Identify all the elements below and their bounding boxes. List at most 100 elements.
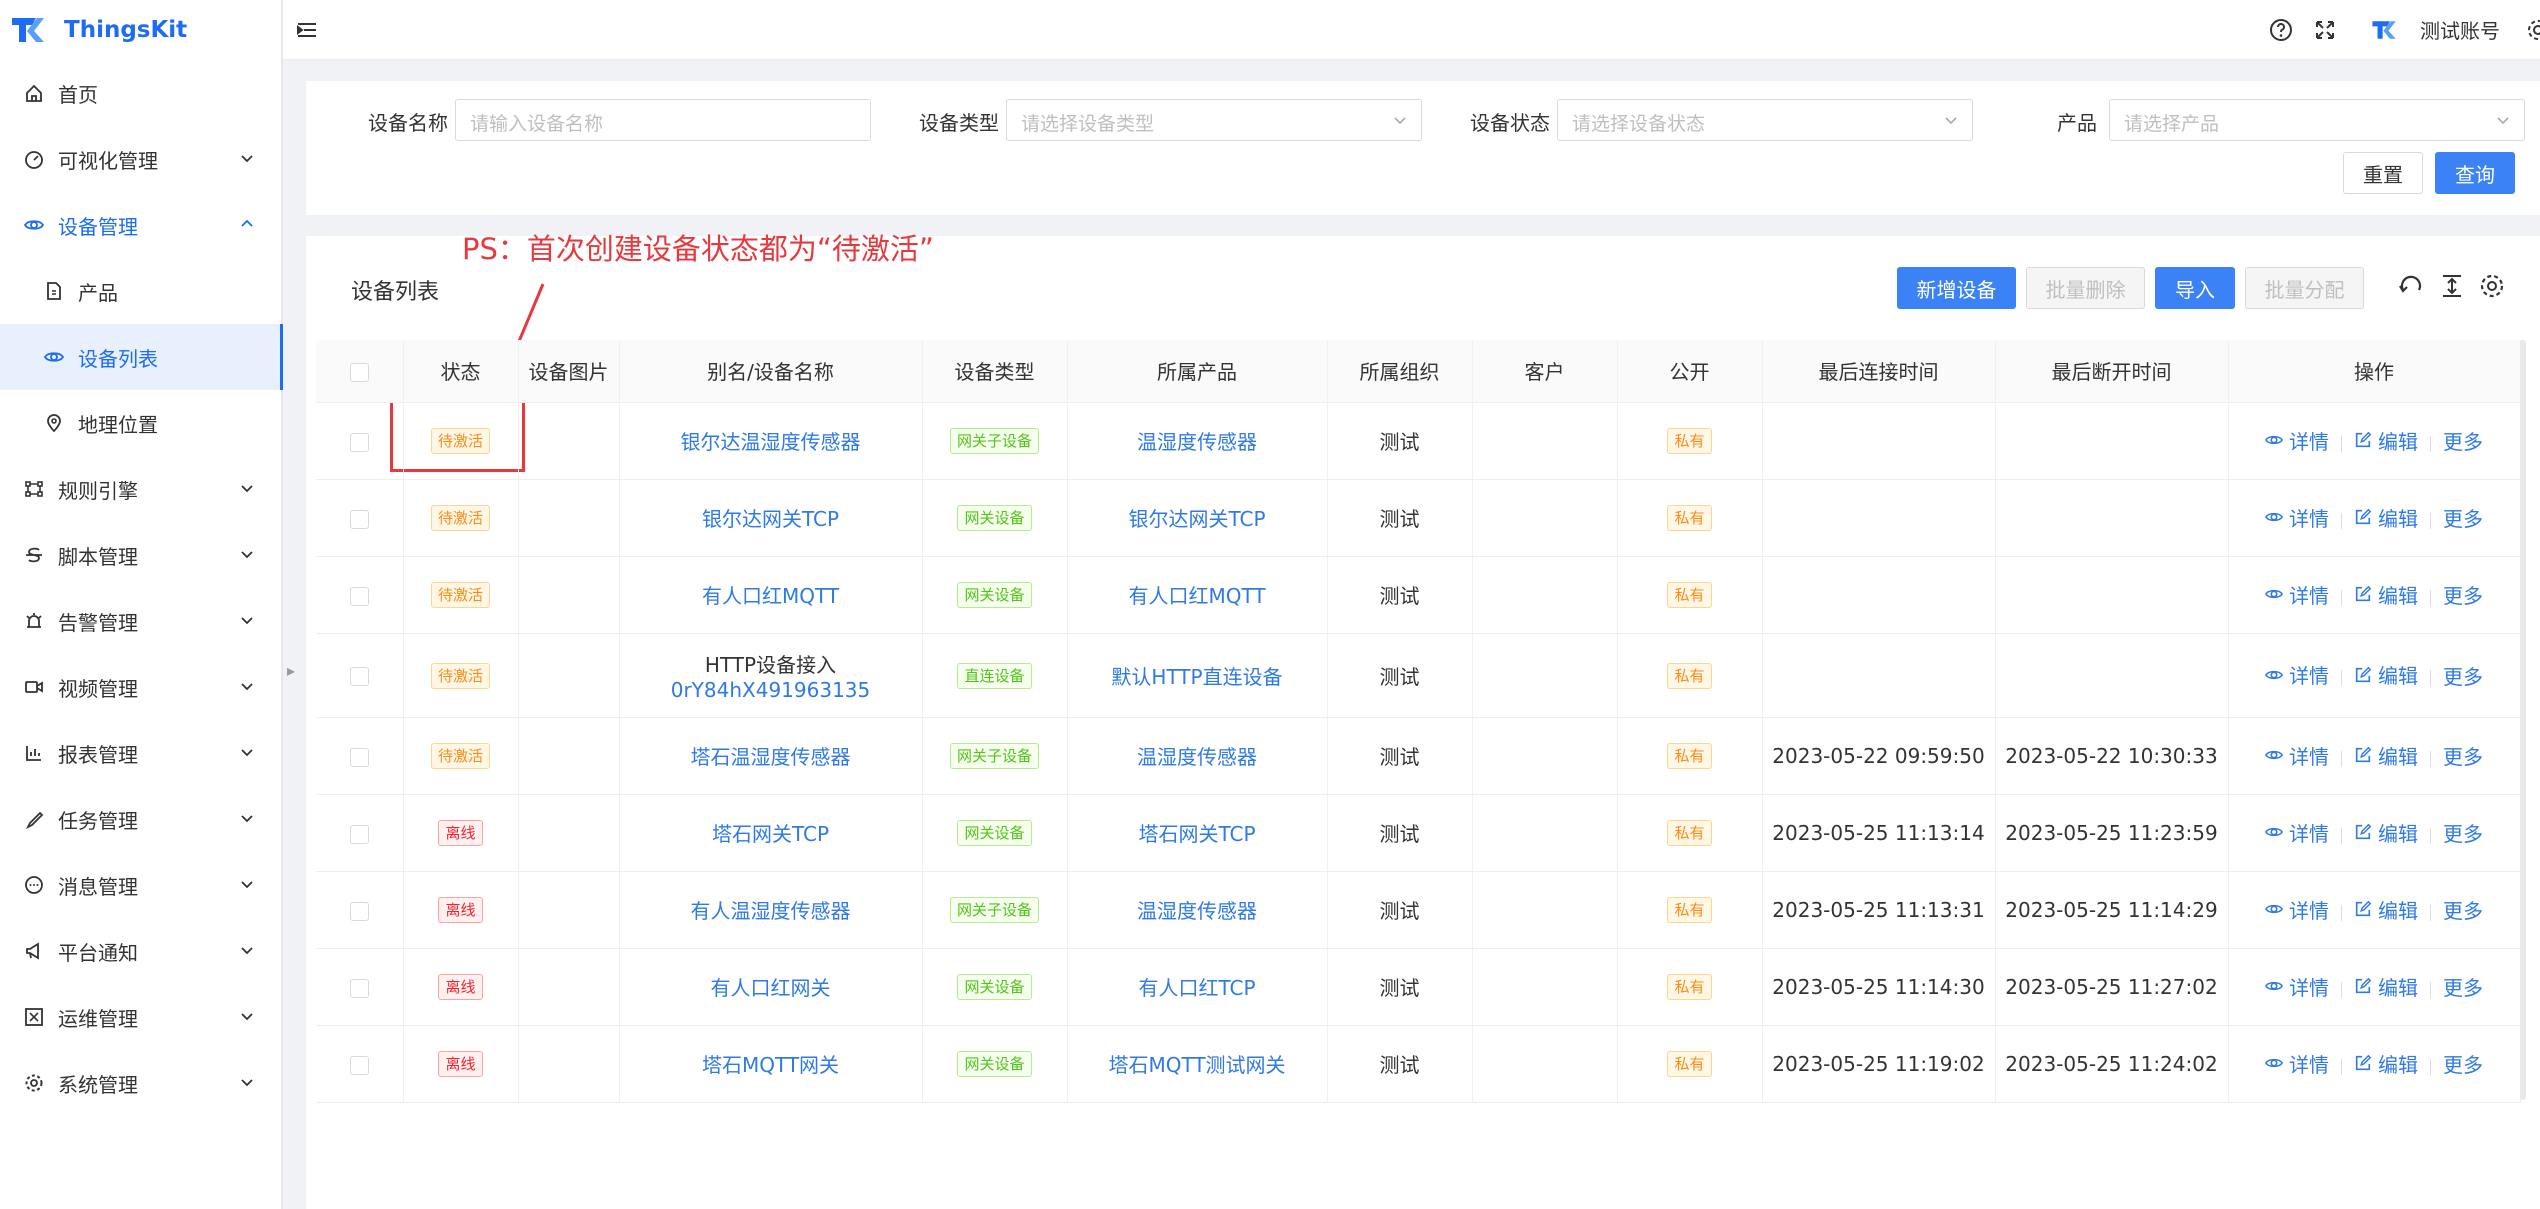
detail-button[interactable]: 详情 (2265, 426, 2329, 455)
help-icon[interactable] (2269, 18, 2293, 42)
sidebar-item[interactable]: 可视化管理 (0, 126, 283, 192)
product-link[interactable]: 温湿度传感器 (1137, 430, 1257, 454)
device-status-select[interactable]: 请选择设备状态 (1557, 99, 1973, 141)
device-name-link[interactable]: 塔石温湿度传感器 (691, 745, 851, 769)
edit-button[interactable]: 编辑 (2354, 1049, 2418, 1078)
table-row[interactable]: 离线 有人温湿度传感器 网关子设备 温湿度传感器 测试 私有 2023-05-25 11:1… (316, 871, 2521, 949)
more-button[interactable]: 更多 (2443, 741, 2483, 770)
edit-button[interactable]: 编辑 (2354, 580, 2418, 609)
product-link[interactable]: 默认HTTP直连设备 (1111, 665, 1282, 689)
row-checkbox[interactable] (349, 667, 369, 686)
column-header[interactable]: 设备类型 (922, 340, 1068, 403)
product-select[interactable]: 请选择产品 (2109, 99, 2525, 141)
product-link[interactable]: 有人口红MQTT (1128, 584, 1265, 608)
settings-icon[interactable] (2526, 18, 2540, 42)
device-name-link[interactable]: 有人口红MQTT (702, 584, 839, 608)
sidebar-item[interactable]: 视频管理 (0, 654, 283, 720)
sidebar-item[interactable]: 产品 (0, 258, 283, 324)
device-name-link[interactable]: 塔石MQTT网关 (702, 1053, 839, 1077)
column-header[interactable]: 操作 (2228, 340, 2521, 403)
more-button[interactable]: 更多 (2443, 426, 2483, 455)
query-button[interactable]: 查询 (2435, 152, 2515, 194)
column-height-icon[interactable] (2439, 273, 2465, 299)
user-name[interactable]: 测试账号 (2420, 15, 2500, 44)
detail-button[interactable]: 详情 (2265, 741, 2329, 770)
edit-button[interactable]: 编辑 (2354, 741, 2418, 770)
table-row[interactable]: 待激活 银尔达网关TCP 网关设备 银尔达网关TCP 测试 私有 详情 编辑 更多 (316, 479, 2521, 557)
sidebar-collapse-handle[interactable]: ▸ (284, 655, 298, 685)
more-button[interactable]: 更多 (2443, 580, 2483, 609)
sidebar-item[interactable]: 首页 (0, 60, 283, 126)
row-checkbox[interactable] (349, 978, 369, 998)
column-header[interactable]: 最后断开时间 (1995, 340, 2229, 403)
menu-fold-icon[interactable] (295, 18, 319, 42)
table-row[interactable]: 离线 塔石MQTT网关 网关设备 塔石MQTT测试网关 测试 私有 2023-05-25 1… (316, 1025, 2521, 1103)
row-checkbox[interactable] (349, 747, 369, 767)
device-name-link[interactable]: 有人温湿度传感器 (691, 899, 851, 923)
product-link[interactable]: 银尔达网关TCP (1128, 507, 1265, 531)
column-header[interactable]: 所属产品 (1067, 340, 1328, 403)
sidebar-item[interactable]: 规则引擎 (0, 456, 283, 522)
sidebar-item[interactable]: 消息管理 (0, 852, 283, 918)
sidebar-item[interactable]: 脚本管理 (0, 522, 283, 588)
more-button[interactable]: 更多 (2443, 818, 2483, 847)
row-checkbox[interactable] (349, 901, 369, 921)
device-name-link[interactable]: 塔石网关TCP (712, 822, 829, 846)
edit-button[interactable]: 编辑 (2354, 660, 2418, 689)
table-row[interactable]: 离线 塔石网关TCP 网关设备 塔石网关TCP 测试 私有 2023-05-25 11:13… (316, 794, 2521, 872)
select-all-checkbox[interactable] (349, 362, 369, 382)
device-name-input[interactable]: 请输入设备名称 (455, 99, 871, 141)
detail-button[interactable]: 详情 (2265, 972, 2329, 1001)
detail-button[interactable]: 详情 (2265, 895, 2329, 924)
column-header[interactable]: 所属组织 (1327, 340, 1473, 403)
table-row[interactable]: 待激活 有人口红MQTT 网关设备 有人口红MQTT 测试 私有 详情 编辑 更多 (316, 556, 2521, 634)
device-name-link[interactable]: 有人口红网关 (711, 976, 831, 1000)
edit-button[interactable]: 编辑 (2354, 895, 2418, 924)
device-name-link[interactable]: 银尔达网关TCP (702, 507, 839, 531)
detail-button[interactable]: 详情 (2265, 503, 2329, 532)
detail-button[interactable]: 详情 (2265, 660, 2329, 689)
more-button[interactable]: 更多 (2443, 661, 2483, 690)
product-link[interactable]: 塔石网关TCP (1138, 822, 1255, 846)
product-link[interactable]: 温湿度传感器 (1137, 899, 1257, 923)
batch-delete-button[interactable]: 批量删除 (2026, 267, 2145, 309)
row-checkbox[interactable] (349, 432, 369, 452)
table-row[interactable]: 待激活 塔石温湿度传感器 网关子设备 温湿度传感器 测试 私有 2023-05-22 09:… (316, 717, 2521, 795)
device-name-link[interactable]: 银尔达温湿度传感器 (681, 430, 861, 454)
edit-button[interactable]: 编辑 (2354, 426, 2418, 455)
table-row[interactable]: 待激活 银尔达温湿度传感器 网关子设备 温湿度传感器 测试 私有 详情 编辑 更多 (316, 402, 2521, 480)
add-device-button[interactable]: 新增设备 (1897, 267, 2016, 309)
product-link[interactable]: 有人口红TCP (1138, 976, 1255, 1000)
device-type-select[interactable]: 请选择设备类型 (1006, 99, 1422, 141)
product-link[interactable]: 温湿度传感器 (1137, 745, 1257, 769)
sidebar-item[interactable]: 报表管理 (0, 720, 283, 786)
logo[interactable]: ThingsKit (0, 0, 281, 60)
column-header[interactable]: 公开 (1617, 340, 1763, 403)
more-button[interactable]: 更多 (2443, 503, 2483, 532)
column-header[interactable]: 客户 (1472, 340, 1618, 403)
column-header[interactable]: 设备图片 (518, 340, 620, 403)
sidebar-item[interactable]: 平台通知 (0, 918, 283, 984)
detail-button[interactable]: 详情 (2265, 580, 2329, 609)
row-checkbox[interactable] (349, 1055, 369, 1075)
device-name-link[interactable]: 0rY84hX491963135 (620, 678, 922, 702)
sidebar-item[interactable]: 设备管理 (0, 192, 283, 258)
sidebar-item[interactable]: 系统管理 (0, 1050, 283, 1116)
column-header[interactable]: 最后连接时间 (1762, 340, 1996, 403)
detail-button[interactable]: 详情 (2265, 818, 2329, 847)
row-checkbox[interactable] (349, 824, 369, 844)
import-button[interactable]: 导入 (2155, 267, 2235, 309)
edit-button[interactable]: 编辑 (2354, 818, 2418, 847)
sidebar-item[interactable]: 运维管理 (0, 984, 283, 1050)
edit-button[interactable]: 编辑 (2354, 503, 2418, 532)
row-checkbox[interactable] (349, 586, 369, 606)
more-button[interactable]: 更多 (2443, 972, 2483, 1001)
row-checkbox[interactable] (349, 509, 369, 529)
sidebar-item[interactable]: 地理位置 (0, 390, 283, 456)
vertical-scrollbar[interactable] (2520, 340, 2526, 1100)
column-header[interactable]: 别名/设备名称 (619, 340, 923, 403)
more-button[interactable]: 更多 (2443, 1049, 2483, 1078)
sidebar-item[interactable]: 任务管理 (0, 786, 283, 852)
batch-assign-button[interactable]: 批量分配 (2245, 267, 2364, 309)
sidebar-item[interactable]: 告警管理 (0, 588, 283, 654)
